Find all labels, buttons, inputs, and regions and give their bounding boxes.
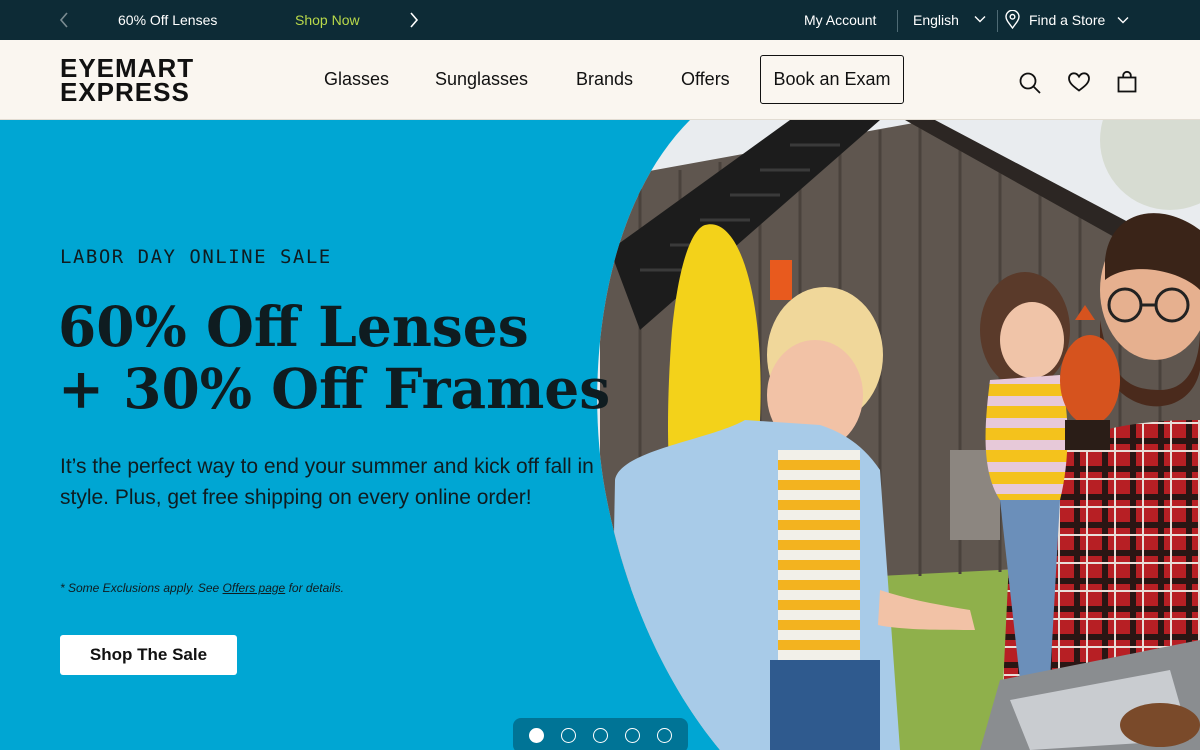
- find-a-store-label: Find a Store: [1029, 11, 1106, 28]
- wishlist-button[interactable]: [1067, 70, 1091, 94]
- search-button[interactable]: [1018, 71, 1042, 95]
- hero-eyebrow: LABOR DAY ONLINE SALE: [60, 246, 332, 268]
- carousel-dot-1[interactable]: [528, 728, 544, 743]
- promo-bar: 60% Off Lenses Shop Now My Account Engli…: [0, 0, 1200, 40]
- promo-prev-arrow[interactable]: [52, 8, 76, 32]
- nav-glasses[interactable]: Glasses: [324, 69, 389, 90]
- offers-page-link[interactable]: Offers page: [223, 581, 286, 595]
- hero-headline: 60% Off Lenses + 30% Off Frames: [58, 296, 618, 420]
- chevron-down-icon: [974, 16, 986, 23]
- nav-offers[interactable]: Offers: [681, 69, 730, 90]
- promo-message: 60% Off Lenses: [118, 12, 218, 28]
- site-header: EYEMART EXPRESS Glasses Sunglasses Brand…: [0, 40, 1200, 120]
- language-label: English: [913, 12, 959, 28]
- carousel-dot-2[interactable]: [560, 728, 576, 743]
- hero-fine-print: * Some Exclusions apply. See Offers page…: [60, 581, 344, 595]
- language-selector[interactable]: English: [913, 12, 986, 28]
- shop-the-sale-button[interactable]: Shop The Sale: [60, 635, 237, 675]
- nav-brands[interactable]: Brands: [576, 69, 633, 90]
- headline-line-2: + 30% Off Frames: [58, 356, 611, 421]
- chevron-left-icon: [59, 12, 68, 28]
- nav-sunglasses[interactable]: Sunglasses: [435, 69, 528, 90]
- hero-body-copy: It’s the perfect way to end your summer …: [60, 455, 594, 509]
- shopping-bag-icon: [1117, 70, 1137, 93]
- divider: [897, 10, 898, 32]
- chevron-right-icon: [410, 12, 419, 28]
- headline-line-1: 60% Off Lenses: [58, 294, 529, 359]
- heart-icon: [1068, 72, 1090, 92]
- fine-print-suffix: for details.: [285, 581, 344, 595]
- promo-next-arrow[interactable]: [402, 8, 426, 32]
- location-pin-icon: [1005, 10, 1020, 29]
- search-icon: [1019, 72, 1041, 94]
- find-a-store-link[interactable]: Find a Store: [1005, 10, 1129, 29]
- logo-line-2: EXPRESS: [60, 77, 190, 107]
- my-account-link[interactable]: My Account: [804, 12, 876, 28]
- chevron-down-icon: [1117, 16, 1129, 23]
- book-exam-button[interactable]: Book an Exam: [760, 55, 904, 104]
- divider: [997, 10, 998, 32]
- brand-logo[interactable]: EYEMART EXPRESS: [60, 55, 210, 107]
- cart-button[interactable]: [1115, 70, 1139, 94]
- promo-shop-now-link[interactable]: Shop Now: [295, 12, 360, 28]
- carousel-dot-3[interactable]: [592, 728, 608, 743]
- carousel-dots: [513, 718, 688, 750]
- hero-banner: LABOR DAY ONLINE SALE 60% Off Lenses + 3…: [0, 120, 1200, 750]
- carousel-dot-4[interactable]: [625, 728, 641, 743]
- carousel-dot-5[interactable]: [657, 728, 673, 743]
- fine-print-prefix: * Some Exclusions apply. See: [60, 581, 223, 595]
